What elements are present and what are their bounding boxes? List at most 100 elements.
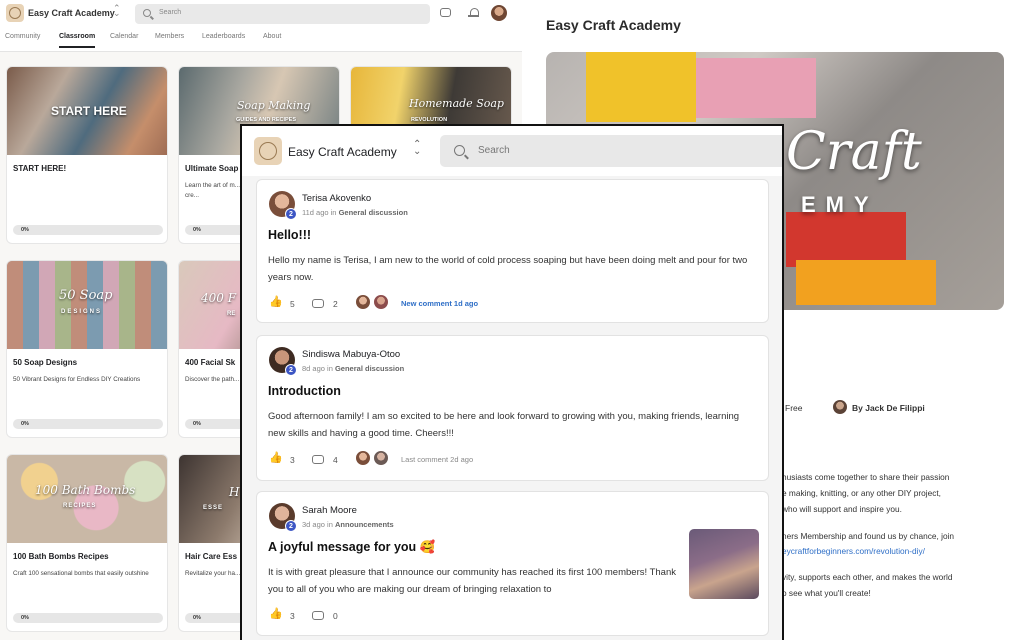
post-author[interactable]: Terisa Akovenko <box>302 193 371 204</box>
course-progress-bar <box>13 613 163 623</box>
post-title[interactable]: Hello!!! <box>268 228 311 242</box>
course-title: 50 Soap Designs <box>13 358 78 367</box>
course-title: Ultimate Soap <box>185 164 239 173</box>
post-category[interactable]: General discussion <box>339 208 408 217</box>
course-progress-bar <box>13 419 163 429</box>
course-banner-subtext: RECIPES <box>63 503 97 509</box>
community-switcher-icon[interactable]: ⌃ ⌄ <box>413 140 421 157</box>
post-title[interactable]: A joyful message for you 🥰 <box>268 540 435 555</box>
course-title: START HERE! <box>13 164 67 173</box>
price-label: Free <box>785 403 803 413</box>
hero-soap-red <box>786 212 906 267</box>
community-title[interactable]: Easy Craft Academy <box>288 145 397 159</box>
like-icon[interactable]: 👍 <box>269 607 283 620</box>
post-thumbnail[interactable] <box>689 529 759 599</box>
search-input[interactable]: Search <box>440 135 782 167</box>
post-author[interactable]: Sindiswa Mabuya-Otoo <box>302 349 400 360</box>
post-author[interactable]: Sarah Moore <box>302 505 357 516</box>
level-badge: 2 <box>285 520 297 532</box>
tab-classroom[interactable]: Classroom <box>59 33 96 48</box>
about-text-line: o see what you'll create! <box>782 588 871 598</box>
course-title: Hair Care Ess <box>185 552 238 561</box>
comment-icon[interactable] <box>312 611 324 620</box>
level-badge: 2 <box>285 364 297 376</box>
tab-leaderboards[interactable]: Leaderboards <box>202 33 245 40</box>
author-avatar[interactable] <box>833 400 847 414</box>
hero-overlay-text: Craft <box>786 122 922 182</box>
comment-count: 2 <box>333 299 338 309</box>
about-text-line: husiasts come together to share their pa… <box>782 472 950 482</box>
course-banner-text: 400 F <box>201 291 237 305</box>
search-placeholder: Search <box>478 145 510 156</box>
course-description: 50 Vibrant Designs for Endless DIY Creat… <box>13 376 141 383</box>
search-icon <box>143 9 151 17</box>
course-progress-label: 0% <box>193 421 201 427</box>
community-logo[interactable] <box>254 137 282 165</box>
course-title: 400 Facial Sk <box>185 358 236 367</box>
course-progress-label: 0% <box>21 421 29 427</box>
chat-icon[interactable] <box>440 8 451 17</box>
course-banner-text: START HERE <box>51 104 127 118</box>
commenter-avatar[interactable] <box>373 294 389 310</box>
commenter-avatar[interactable] <box>373 450 389 466</box>
search-icon <box>454 145 465 156</box>
course-banner-subtext: ESSE <box>203 505 224 511</box>
user-avatar[interactable] <box>491 5 507 21</box>
about-link[interactable]: eycraftforbeginners.com/revolution-diy/ <box>782 546 925 556</box>
comment-count: 4 <box>333 455 338 465</box>
hero-soap-pink <box>696 58 816 118</box>
comment-count: 0 <box>333 611 338 621</box>
hero-soap-orange <box>796 260 936 305</box>
search-placeholder: Search <box>159 9 182 16</box>
post-card[interactable]: 2 Terisa Akovenko 11d ago in General dis… <box>256 179 769 323</box>
post-card[interactable]: 2 Sindiswa Mabuya-Otoo 8d ago in General… <box>256 335 769 481</box>
about-text-line: ners Membership and found us by chance, … <box>782 531 955 541</box>
author-label[interactable]: By Jack De Filippi <box>852 403 925 413</box>
like-count: 5 <box>290 299 295 309</box>
post-title[interactable]: Introduction <box>268 384 341 398</box>
post-body: Good afternoon family! I am so excited t… <box>268 411 740 439</box>
course-banner-text: Homemade Soap <box>409 97 504 110</box>
post-time: 8d ago in <box>302 364 333 373</box>
hero-overlay-subtext: EMY <box>801 192 879 217</box>
course-cover-image: START HERE <box>7 67 167 155</box>
course-title: 100 Bath Bombs Recipes <box>13 552 109 561</box>
course-cover-image: 100 Bath Bombs RECIPES <box>7 455 167 543</box>
community-switcher-icon[interactable]: ⌃ ⌄ <box>113 4 121 18</box>
commenter-avatar[interactable] <box>355 294 371 310</box>
about-title: Easy Craft Academy <box>546 17 681 33</box>
post-category[interactable]: General discussion <box>335 364 404 373</box>
post-time: 3d ago in <box>302 520 333 529</box>
classroom-header: Easy Craft Academy ⌃ ⌄ Search Community C… <box>0 0 522 52</box>
search-input[interactable]: Search <box>135 4 430 24</box>
tab-community[interactable]: Community <box>5 33 40 40</box>
tab-calendar[interactable]: Calendar <box>110 33 138 40</box>
comment-icon[interactable] <box>312 455 324 464</box>
like-count: 3 <box>290 455 295 465</box>
course-banner-subtext: REVOLUTION <box>411 117 448 123</box>
post-category[interactable]: Announcements <box>335 520 394 529</box>
last-comment-label: New comment 1d ago <box>401 299 479 308</box>
bell-icon[interactable] <box>468 7 480 19</box>
course-card[interactable]: 50 Soap DESIGNS 50 Soap Designs 50 Vibra… <box>6 260 168 438</box>
course-cover-image: 50 Soap DESIGNS <box>7 261 167 349</box>
comment-icon[interactable] <box>312 299 324 308</box>
community-logo[interactable] <box>6 4 24 22</box>
like-count: 3 <box>290 611 295 621</box>
about-text-line: who will support and inspire you. <box>782 504 902 514</box>
community-title[interactable]: Easy Craft Academy <box>28 8 115 18</box>
community-window: Easy Craft Academy ⌃ ⌄ Search 2 Terisa Ak… <box>240 124 784 640</box>
tab-members[interactable]: Members <box>155 33 184 40</box>
course-description: Craft 100 sensational bombs that easily … <box>13 570 149 577</box>
like-icon[interactable]: 👍 <box>269 295 283 308</box>
post-card[interactable]: 2 Sarah Moore 3d ago in Announcements A … <box>256 491 769 636</box>
commenter-avatar[interactable] <box>355 450 371 466</box>
course-banner-text: Soap Making <box>237 99 311 112</box>
course-card[interactable]: START HERE START HERE! 0% <box>6 66 168 244</box>
tab-about[interactable]: About <box>263 33 281 40</box>
course-progress-label: 0% <box>21 615 29 621</box>
course-banner-subtext: GUIDES AND RECIPES <box>236 117 297 123</box>
course-card[interactable]: 100 Bath Bombs RECIPES 100 Bath Bombs Re… <box>6 454 168 632</box>
like-icon[interactable]: 👍 <box>269 451 283 464</box>
post-body: It is with great pleasure that I announc… <box>268 567 676 595</box>
